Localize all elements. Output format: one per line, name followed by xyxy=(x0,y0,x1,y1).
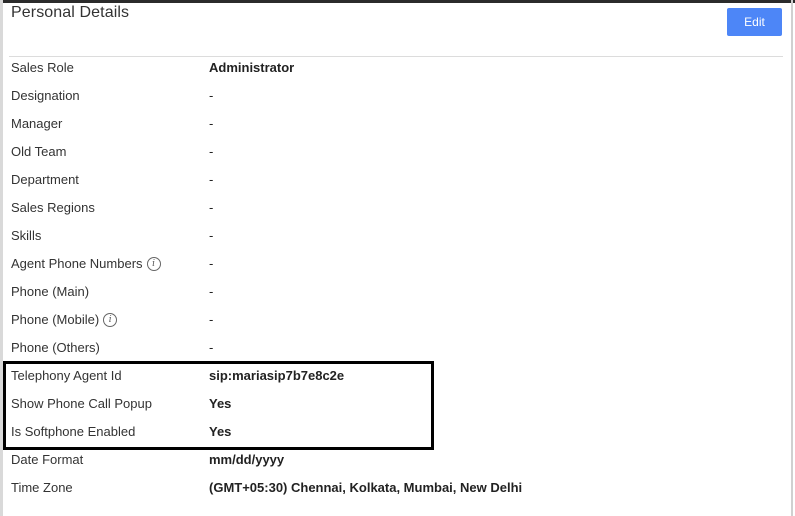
value-manager: - xyxy=(209,116,214,131)
top-border xyxy=(0,0,795,3)
value-agent-phone-numbers: - xyxy=(209,256,214,271)
row-manager: Manager - xyxy=(0,110,795,138)
label-old-team: Old Team xyxy=(11,144,67,159)
label-department: Department xyxy=(11,172,79,187)
label-sales-role: Sales Role xyxy=(11,60,74,75)
highlight-box xyxy=(3,361,434,450)
label-skills: Skills xyxy=(11,228,42,243)
value-time-zone: (GMT+05:30) Chennai, Kolkata, Mumbai, Ne… xyxy=(209,480,523,495)
row-phone-others: Phone (Others) - xyxy=(0,334,795,362)
label-agent-phone-numbers: Agent Phone Numbers xyxy=(11,256,143,271)
row-sales-regions: Sales Regions - xyxy=(0,194,795,222)
info-icon[interactable]: i xyxy=(103,312,118,327)
value-phone-mobile: - xyxy=(209,312,214,327)
value-old-team: - xyxy=(209,144,214,159)
row-time-zone: Time Zone (GMT+05:30) Chennai, Kolkata, … xyxy=(0,474,795,502)
row-sales-role: Sales Role Administrator xyxy=(0,54,795,82)
value-skills: - xyxy=(209,228,214,243)
row-phone-main: Phone (Main) - xyxy=(0,278,795,306)
label-date-format: Date Format xyxy=(11,452,84,467)
edit-button[interactable]: Edit xyxy=(727,8,782,36)
label-designation: Designation xyxy=(11,88,80,103)
row-skills: Skills - xyxy=(0,222,795,250)
label-sales-regions: Sales Regions xyxy=(11,200,95,215)
value-date-format: mm/dd/yyyy xyxy=(209,452,285,467)
label-manager: Manager xyxy=(11,116,63,131)
row-department: Department - xyxy=(0,166,795,194)
value-department: - xyxy=(209,172,214,187)
page-title: Personal Details xyxy=(11,4,130,21)
value-phone-main: - xyxy=(209,284,214,299)
value-designation: - xyxy=(209,88,214,103)
row-phone-mobile: Phone (Mobile) i - xyxy=(0,306,795,334)
row-old-team: Old Team - xyxy=(0,138,795,166)
row-agent-phone-numbers: Agent Phone Numbers i - xyxy=(0,250,795,278)
label-time-zone: Time Zone xyxy=(11,480,73,495)
row-designation: Designation - xyxy=(0,82,795,110)
info-icon[interactable]: i xyxy=(146,256,161,271)
value-phone-others: - xyxy=(209,340,214,355)
label-phone-main: Phone (Main) xyxy=(11,284,90,299)
value-sales-role: Administrator xyxy=(209,60,295,75)
label-phone-mobile-wrap: Phone (Mobile) i xyxy=(11,312,118,327)
label-agent-phone-numbers-wrap: Agent Phone Numbers i xyxy=(11,256,161,271)
value-sales-regions: - xyxy=(209,200,214,215)
row-date-format: Date Format mm/dd/yyyy xyxy=(0,446,795,474)
label-phone-mobile: Phone (Mobile) xyxy=(11,312,100,327)
label-phone-others: Phone (Others) xyxy=(11,340,100,355)
